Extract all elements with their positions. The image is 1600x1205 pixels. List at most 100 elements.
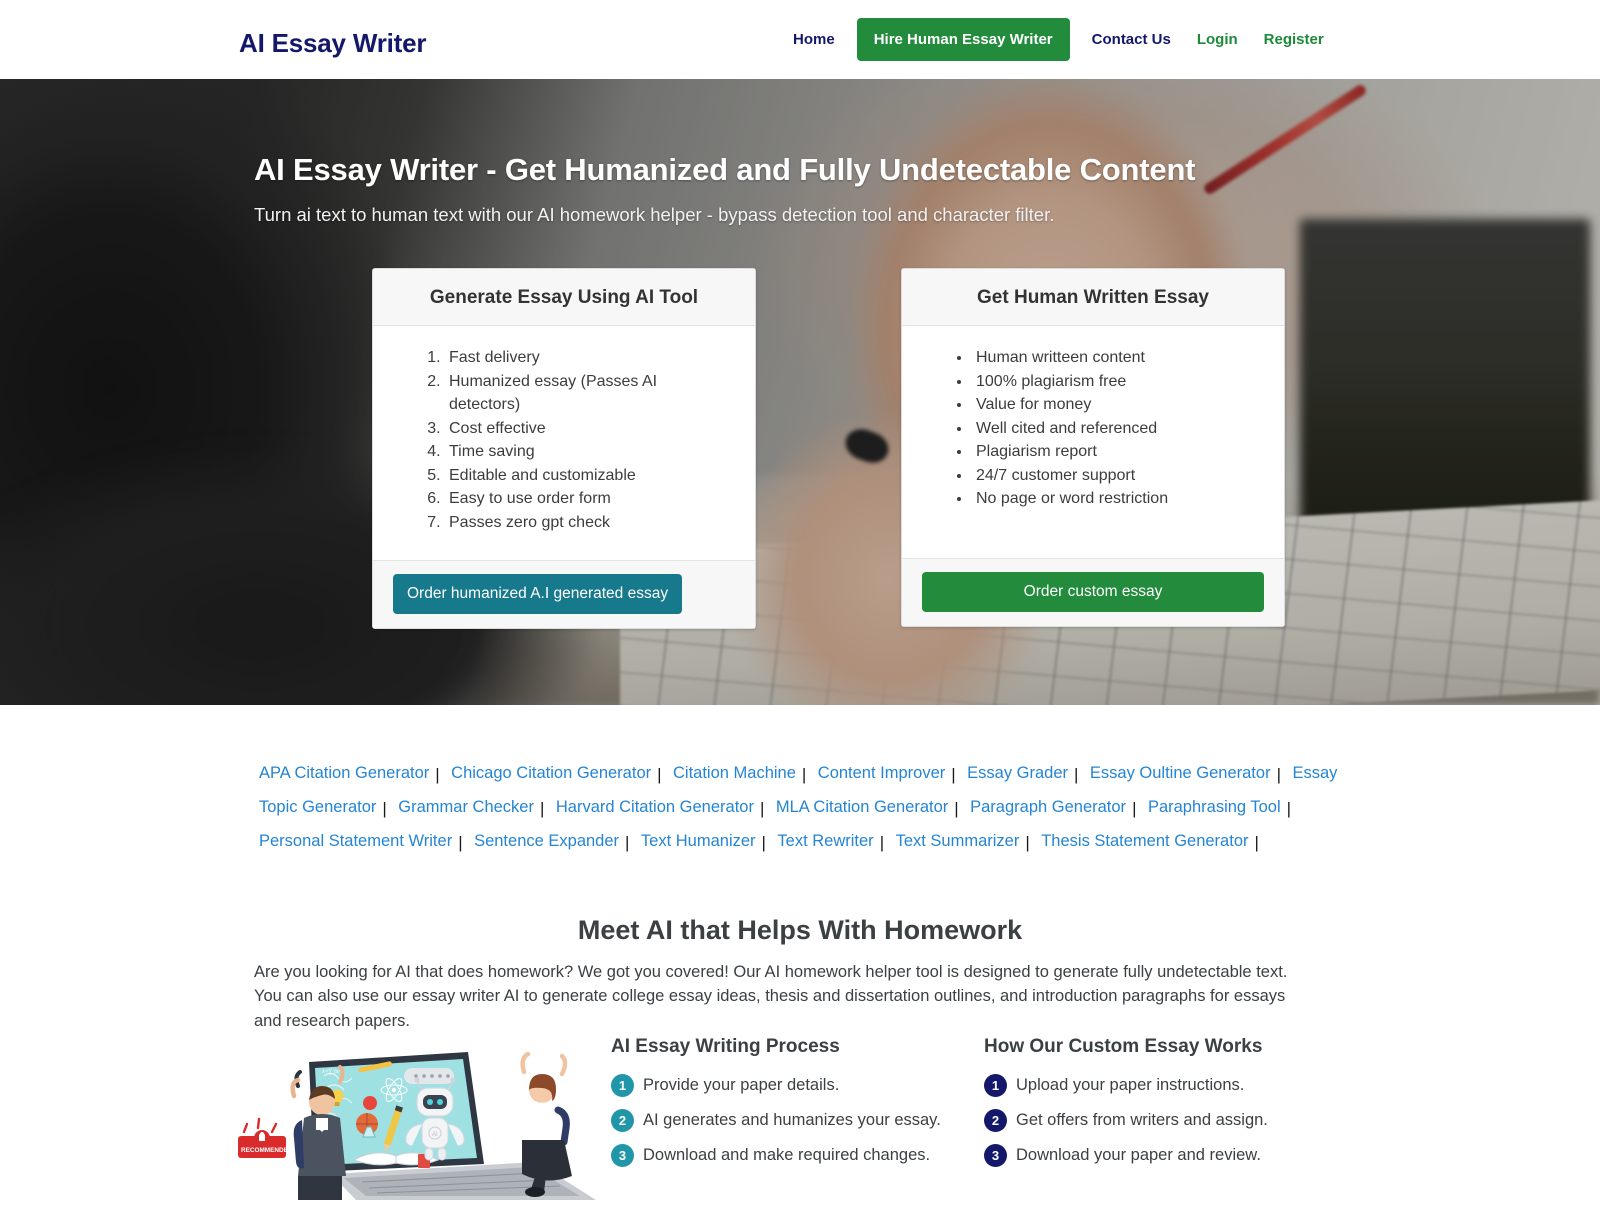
ai-feature-list: Fast delivery Humanized essay (Passes AI… xyxy=(399,346,729,534)
link-separator: | xyxy=(879,833,885,852)
link-separator: | xyxy=(539,799,545,818)
step-text: Download your paper and review. xyxy=(1016,1146,1261,1164)
card-title-human-essay: Get Human Written Essay xyxy=(902,269,1284,326)
recommended-badge: RECOMMENDED xyxy=(238,1117,293,1158)
card-body-human-essay: Human writteen content 100% plagiarism f… xyxy=(902,326,1284,558)
card-body-generate-essay: Fast delivery Humanized essay (Passes AI… xyxy=(373,326,755,560)
link-separator: | xyxy=(1254,833,1259,852)
list-item: Plagiarism report xyxy=(972,440,1258,464)
step-number-badge: 1 xyxy=(984,1074,1007,1097)
step-text: Upload your paper instructions. xyxy=(1016,1076,1245,1094)
card-footer-generate-essay: Order humanized A.I generated essay xyxy=(373,560,755,628)
step-text: Provide your paper details. xyxy=(643,1076,840,1094)
list-item: 2 AI generates and humanizes your essay. xyxy=(611,1109,941,1132)
tool-link[interactable]: Chicago Citation Generator xyxy=(451,764,651,782)
recommended-badge-text: RECOMMENDED xyxy=(241,1147,293,1154)
link-separator: | xyxy=(1074,765,1079,784)
nav-item-hire-human-essay-writer[interactable]: Hire Human Essay Writer xyxy=(856,18,1070,61)
list-item: Passes zero gpt check xyxy=(445,511,729,535)
link-separator: | xyxy=(625,833,630,852)
list-item: Value for money xyxy=(972,393,1258,417)
tool-links-strip: APA Citation Generator | Chicago Citation… xyxy=(259,756,1339,858)
tool-link[interactable]: MLA Citation Generator xyxy=(776,798,948,816)
step-number-badge: 2 xyxy=(611,1109,634,1132)
tool-link[interactable]: Text Humanizer xyxy=(641,832,756,850)
link-separator: | xyxy=(954,799,959,818)
card-human-written-essay: Get Human Written Essay Human writteen c… xyxy=(901,268,1285,627)
card-title-generate-essay: Generate Essay Using AI Tool xyxy=(373,269,755,326)
list-item: Editable and customizable xyxy=(445,464,729,488)
hero-section: AI Essay Writer - Get Humanized and Full… xyxy=(0,79,1600,705)
list-item: 1 Upload your paper instructions. xyxy=(984,1074,1268,1097)
tool-link[interactable]: Paragraph Generator xyxy=(970,798,1126,816)
card-footer-human-essay: Order custom essay xyxy=(902,558,1284,626)
tool-link[interactable]: Text Rewriter xyxy=(777,832,873,850)
tool-link[interactable]: Text Summarizer xyxy=(896,832,1020,850)
site-header: AI Essay Writer Home Hire Human Essay Wr… xyxy=(0,0,1600,79)
list-item: No page or word restriction xyxy=(972,487,1258,511)
tool-link[interactable]: Sentence Expander xyxy=(474,832,619,850)
link-separator: | xyxy=(761,833,766,852)
nav-item-register[interactable]: Register xyxy=(1251,32,1337,47)
link-separator: | xyxy=(1276,765,1281,784)
list-item: Well cited and referenced xyxy=(972,417,1258,441)
order-humanized-ai-essay-button[interactable]: Order humanized A.I generated essay xyxy=(393,574,683,614)
svg-text:AI: AI xyxy=(432,1132,438,1138)
nav-item-home[interactable]: Home xyxy=(780,32,848,47)
svg-text:λ=∑ ∫x²: λ=∑ ∫x² xyxy=(322,1068,341,1075)
step-text: AI generates and humanizes your essay. xyxy=(643,1111,941,1129)
link-separator: | xyxy=(1132,799,1137,818)
tool-link[interactable]: Citation Machine xyxy=(673,764,796,782)
human-feature-list: Human writteen content 100% plagiarism f… xyxy=(928,346,1258,511)
link-separator: | xyxy=(1286,799,1292,818)
meet-ai-paragraph: Are you looking for AI that does homewor… xyxy=(254,962,1288,1030)
student-girl xyxy=(520,1051,572,1197)
list-item: Fast delivery xyxy=(445,346,729,370)
tool-link[interactable]: Essay Oultine Generator xyxy=(1090,764,1271,782)
step-text: Download and make required changes. xyxy=(643,1146,931,1164)
list-item: 100% plagiarism free xyxy=(972,370,1258,394)
step-number-badge: 1 xyxy=(611,1074,634,1097)
list-item: Time saving xyxy=(445,440,729,464)
site-logo[interactable]: AI Essay Writer xyxy=(239,28,426,59)
homework-illustration: λ=∑ ∫x² AI RECOMMENDED xyxy=(236,1032,596,1200)
ai-process-title: AI Essay Writing Process xyxy=(611,1036,840,1057)
tool-link[interactable]: Thesis Statement Generator xyxy=(1041,832,1248,850)
custom-process-title: How Our Custom Essay Works xyxy=(984,1036,1263,1057)
list-item: Human writteen content xyxy=(972,346,1258,370)
students-laptop-robot-illustration: λ=∑ ∫x² AI RECOMMENDED xyxy=(238,1051,596,1200)
link-separator: | xyxy=(458,833,463,852)
tool-link[interactable]: Grammar Checker xyxy=(398,798,534,816)
tool-link[interactable]: Paraphrasing Tool xyxy=(1148,798,1281,816)
hero-subtitle: Turn ai text to human text with our AI h… xyxy=(254,203,1055,225)
link-separator: | xyxy=(759,799,765,818)
nav-item-login[interactable]: Login xyxy=(1184,32,1251,47)
custom-essay-works-column: How Our Custom Essay Works 1 Upload your… xyxy=(984,1036,1268,1179)
link-separator: | xyxy=(1025,833,1030,852)
link-separator: | xyxy=(382,799,387,818)
link-separator: | xyxy=(801,765,807,784)
tool-link[interactable]: Essay Grader xyxy=(967,764,1068,782)
link-separator: | xyxy=(951,765,956,784)
list-item: Humanized essay (Passes AI detectors) xyxy=(445,370,729,417)
card-generate-essay-ai: Generate Essay Using AI Tool Fast delive… xyxy=(372,268,756,629)
hero-title: AI Essay Writer - Get Humanized and Full… xyxy=(254,151,1196,187)
tool-link[interactable]: Personal Statement Writer xyxy=(259,832,452,850)
list-item: 1 Provide your paper details. xyxy=(611,1074,941,1097)
step-text: Get offers from writers and assign. xyxy=(1016,1111,1268,1129)
tool-link[interactable]: Content Improver xyxy=(818,764,945,782)
list-item: 3 Download and make required changes. xyxy=(611,1144,941,1167)
list-item: 3 Download your paper and review. xyxy=(984,1144,1268,1167)
list-item: 2 Get offers from writers and assign. xyxy=(984,1109,1268,1132)
step-number-badge: 2 xyxy=(984,1109,1007,1132)
tool-link[interactable]: Harvard Citation Generator xyxy=(556,798,754,816)
step-number-badge: 3 xyxy=(611,1144,634,1167)
step-number-badge: 3 xyxy=(984,1144,1007,1167)
list-item: Easy to use order form xyxy=(445,487,729,511)
link-separator: | xyxy=(435,765,440,784)
list-item: 24/7 customer support xyxy=(972,464,1258,488)
meet-ai-heading: Meet AI that Helps With Homework xyxy=(577,915,1023,946)
tool-link[interactable]: APA Citation Generator xyxy=(259,764,429,782)
nav-item-contact-us[interactable]: Contact Us xyxy=(1079,32,1184,47)
order-custom-essay-button[interactable]: Order custom essay xyxy=(922,572,1264,612)
